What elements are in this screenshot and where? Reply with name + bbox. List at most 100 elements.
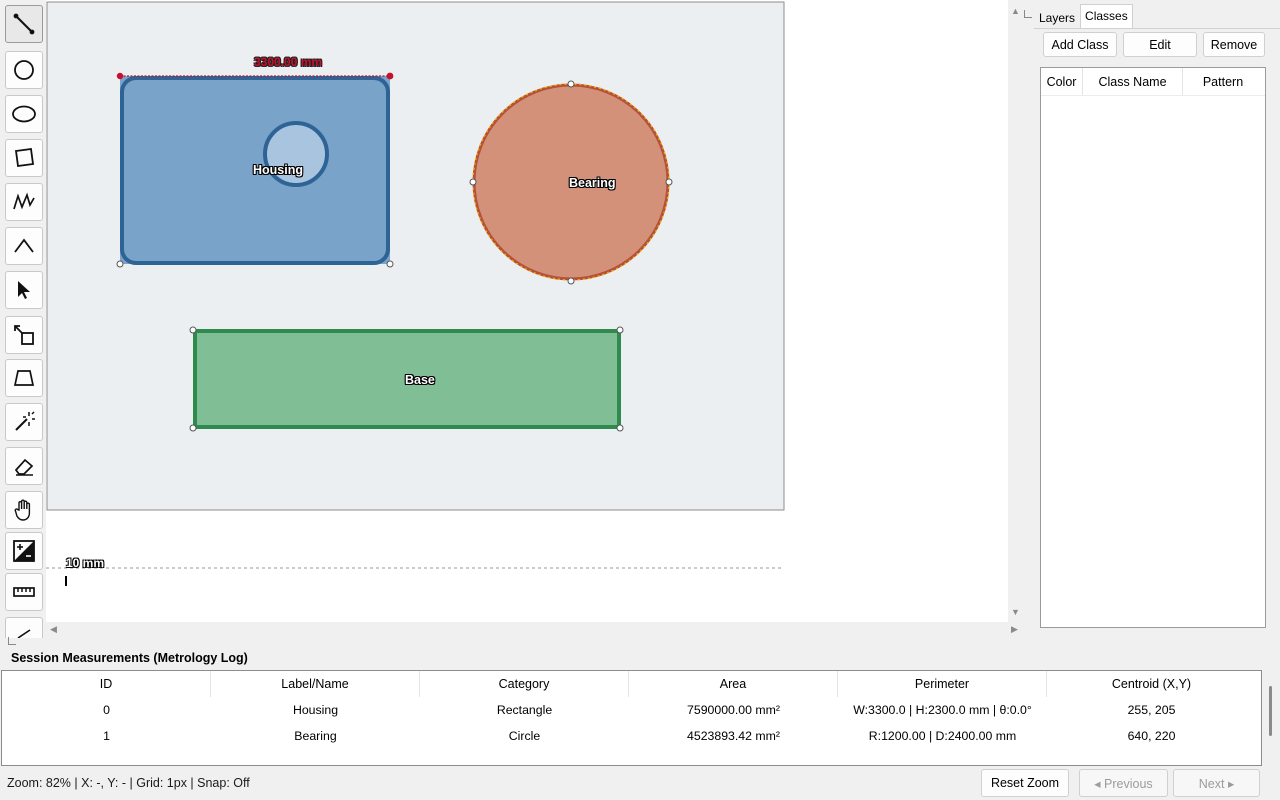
scroll-right-icon[interactable]: ▶ bbox=[1011, 624, 1018, 635]
perspective-tool-icon bbox=[13, 370, 35, 386]
column-header[interactable]: Area bbox=[629, 671, 838, 697]
bearing-handle-bottom[interactable] bbox=[567, 277, 575, 285]
panel-tabs: Layers Classes bbox=[1034, 4, 1133, 28]
move-tool-button[interactable] bbox=[5, 316, 43, 354]
column-header[interactable]: Class Name bbox=[1083, 68, 1183, 95]
class-table[interactable]: Color Class Name Pattern bbox=[1040, 67, 1266, 628]
eraser-icon bbox=[14, 458, 34, 476]
dimension-handle-end[interactable] bbox=[386, 72, 394, 80]
table-cell: R:1200.00 | D:2400.00 mm bbox=[868, 729, 1017, 743]
select-pointer-icon bbox=[18, 281, 30, 299]
column-header[interactable]: Color bbox=[1041, 68, 1083, 95]
scroll-left-icon[interactable]: ◀ bbox=[50, 624, 57, 635]
rectangle-tool-icon bbox=[14, 147, 35, 168]
table-cell: 0 bbox=[103, 703, 110, 717]
pan-tool-button[interactable] bbox=[5, 491, 43, 529]
bearing-handle-right[interactable] bbox=[665, 178, 673, 186]
move-tool-icon bbox=[14, 325, 34, 345]
measurements-title: Session Measurements (Metrology Log) bbox=[11, 651, 248, 665]
polyline-tool-icon bbox=[13, 192, 35, 210]
base-handle-tr[interactable] bbox=[616, 326, 624, 334]
magic-wand-button[interactable] bbox=[5, 403, 43, 441]
housing-handle-bl[interactable] bbox=[116, 260, 124, 268]
magic-wand-icon bbox=[15, 411, 35, 431]
edit-class-button[interactable]: Edit bbox=[1123, 32, 1197, 57]
table-cell: Rectangle bbox=[496, 703, 553, 717]
next-button[interactable]: Next ▸ bbox=[1173, 769, 1260, 797]
scale-bar bbox=[65, 576, 67, 586]
canvas-horizontal-scrollbar[interactable]: ◀ ▶ bbox=[46, 622, 1024, 638]
reset-zoom-button[interactable]: Reset Zoom bbox=[981, 769, 1069, 797]
pen-icon bbox=[17, 629, 31, 638]
base-handle-bl[interactable] bbox=[189, 424, 197, 432]
status-text: Zoom: 82% | X: -, Y: - | Grid: 1px | Sna… bbox=[7, 776, 250, 790]
dock-grip-icon bbox=[1024, 10, 1032, 18]
scroll-down-icon[interactable]: ▼ bbox=[1011, 607, 1020, 617]
table-row[interactable]: 1 Bearing Circle 4523893.42 mm² R:1200.0… bbox=[2, 723, 1261, 749]
previous-button[interactable]: ◂ Previous bbox=[1079, 769, 1168, 797]
scrollbar-thumb[interactable] bbox=[1269, 686, 1272, 736]
scale-label: 10 mm bbox=[66, 556, 105, 570]
eraser-button[interactable] bbox=[5, 447, 43, 485]
dimension-handle-start[interactable] bbox=[116, 72, 124, 80]
ruler-button[interactable] bbox=[5, 573, 43, 611]
calibrate-icon bbox=[13, 540, 35, 562]
column-header[interactable]: Label/Name bbox=[211, 671, 420, 697]
dimension-label: 3300.00 mm bbox=[254, 55, 323, 69]
table-row[interactable]: 0 Housing Rectangle 7590000.00 mm² W:330… bbox=[2, 697, 1261, 723]
angle-tool-icon bbox=[14, 238, 34, 253]
canvas-vertical-scrollbar[interactable]: ▲ ▼ bbox=[1008, 0, 1024, 622]
table-cell: 4523893.42 mm² bbox=[687, 729, 780, 743]
tool-palette bbox=[0, 0, 48, 638]
class-table-header: Color Class Name Pattern bbox=[1041, 68, 1265, 96]
bearing-handle-left[interactable] bbox=[469, 178, 477, 186]
perspective-tool-button[interactable] bbox=[5, 359, 43, 397]
circle-tool-icon bbox=[14, 60, 34, 80]
column-header[interactable]: Perimeter bbox=[838, 671, 1047, 697]
circle-tool-button[interactable] bbox=[5, 51, 43, 89]
add-class-button[interactable]: Add Class bbox=[1043, 32, 1117, 57]
calibrate-button[interactable] bbox=[5, 532, 43, 570]
remove-class-button[interactable]: Remove bbox=[1203, 32, 1265, 57]
table-cell: Housing bbox=[292, 703, 339, 717]
table-cell: Circle bbox=[508, 729, 541, 743]
tab-classes[interactable]: Classes bbox=[1080, 4, 1133, 28]
right-panel: Layers Classes Add Class Edit Remove Col… bbox=[1024, 0, 1280, 638]
housing-handle-br[interactable] bbox=[386, 260, 394, 268]
measurements-table[interactable]: ID Label/Name Category Area Perimeter Ce… bbox=[1, 670, 1262, 766]
bearing-label: Bearing bbox=[569, 176, 616, 190]
ellipse-tool-button[interactable] bbox=[5, 95, 43, 133]
table-cell: Bearing bbox=[294, 729, 337, 743]
base-handle-tl[interactable] bbox=[189, 326, 197, 334]
ruler-icon bbox=[13, 587, 35, 597]
polyline-tool-button[interactable] bbox=[5, 183, 43, 221]
base-label: Base bbox=[405, 373, 435, 387]
column-header[interactable]: Centroid (X,Y) bbox=[1047, 671, 1256, 697]
scroll-up-icon[interactable]: ▲ bbox=[1011, 6, 1020, 16]
angle-tool-button[interactable] bbox=[5, 227, 43, 265]
housing-label: Housing bbox=[253, 163, 303, 177]
table-cell: W:3300.0 | H:2300.0 mm | θ:0.0° bbox=[853, 703, 1032, 717]
canvas-svg bbox=[46, 1, 785, 586]
ellipse-tool-icon bbox=[12, 105, 36, 123]
measurements-header: ID Label/Name Category Area Perimeter Ce… bbox=[2, 671, 1261, 697]
table-cell: 1 bbox=[103, 729, 110, 743]
measurements-scrollbar[interactable] bbox=[1266, 672, 1278, 764]
column-header[interactable]: ID bbox=[2, 671, 211, 697]
rectangle-tool-button[interactable] bbox=[5, 139, 43, 177]
base-handle-br[interactable] bbox=[616, 424, 624, 432]
select-tool-button[interactable] bbox=[5, 271, 43, 309]
hand-pan-icon bbox=[14, 499, 31, 521]
bearing-handle-top[interactable] bbox=[567, 80, 575, 88]
column-header[interactable]: Category bbox=[420, 671, 629, 697]
column-header[interactable]: Pattern bbox=[1183, 68, 1263, 95]
resize-grip-icon bbox=[8, 637, 16, 645]
table-cell: 255, 205 bbox=[1127, 703, 1176, 717]
table-cell: 7590000.00 mm² bbox=[687, 703, 780, 717]
line-tool-button[interactable] bbox=[5, 5, 43, 43]
pen-tool-button[interactable] bbox=[5, 617, 43, 638]
tab-layers[interactable]: Layers bbox=[1034, 4, 1080, 28]
drawing-canvas[interactable]: 3300.00 mm Housing Bearing Base 10 mm bbox=[46, 0, 1008, 622]
line-tool-icon bbox=[13, 13, 35, 35]
table-cell: 640, 220 bbox=[1127, 729, 1176, 743]
